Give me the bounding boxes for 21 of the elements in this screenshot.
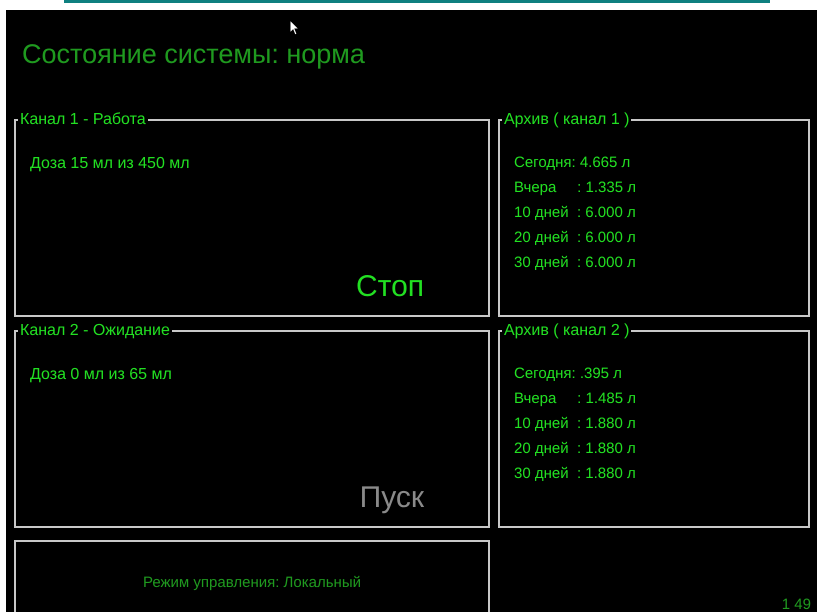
stop-button[interactable]: Стоп: [356, 269, 424, 305]
archive-title: Архив ( канал 2 ): [503, 321, 630, 341]
archive-row-text: 30 дней : 6.000 л: [514, 253, 636, 273]
archive-row-text: 20 дней : 1.880 л: [514, 439, 636, 459]
archive-row-text: 10 дней : 6.000 л: [514, 203, 636, 223]
archive-title: Архив ( канал 1 ): [503, 110, 630, 130]
archive-row-text: Сегодня: 4.665 л: [514, 153, 630, 173]
archive-row-text: 30 дней : 1.880 л: [514, 464, 636, 484]
channel-title: Канал 2 - Ожидание: [19, 321, 171, 341]
channel-title: Канал 1 - Работа: [19, 110, 147, 130]
start-button[interactable]: Пуск: [360, 480, 424, 516]
archive-row-text: 10 дней : 1.880 л: [514, 414, 636, 434]
archive-row-text: Вчера : 1.335 л: [514, 178, 636, 198]
archive-row-text: Сегодня: .395 л: [514, 364, 622, 384]
control-mode-text: Режим управления: Локальный: [143, 573, 361, 593]
corner-text: 1 49: [782, 594, 811, 612]
archive-row-text: Вчера : 1.485 л: [514, 389, 636, 409]
archive-row-text: 20 дней : 6.000 л: [514, 228, 636, 248]
dose-text: Доза 0 мл из 65 мл: [30, 365, 172, 385]
status-title: Состояние системы: норма: [22, 38, 365, 70]
dose-text: Доза 15 мл из 450 мл: [30, 154, 190, 174]
